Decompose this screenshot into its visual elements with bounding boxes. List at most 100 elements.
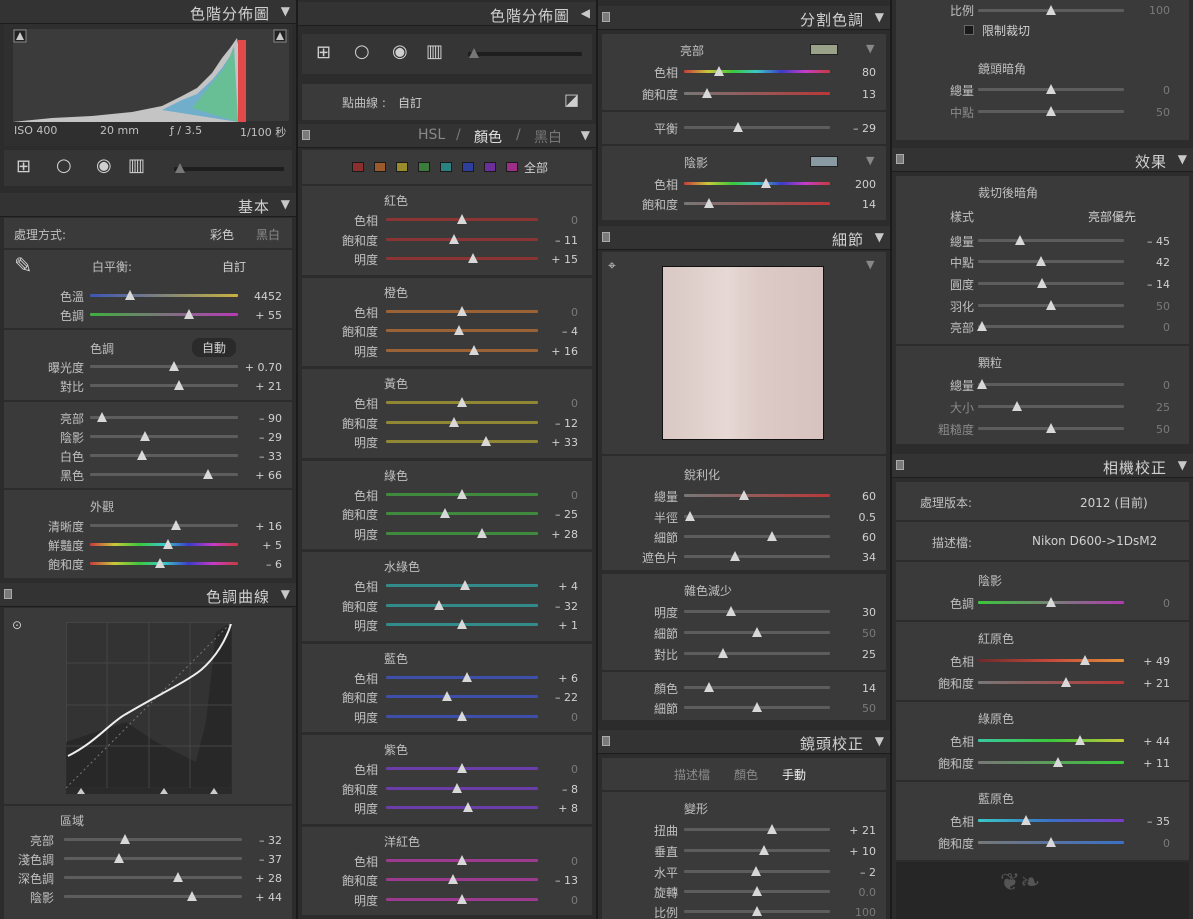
collapse-triangle-icon[interactable]: ▼: [875, 230, 884, 244]
hsl-slider[interactable]: [386, 397, 538, 407]
pv-mid-slider[interactable]: [978, 256, 1124, 266]
blue-swatch[interactable]: [462, 162, 474, 172]
collapse-triangle-icon[interactable]: ▼: [875, 734, 884, 748]
calib-tint-slider[interactable]: [978, 597, 1124, 607]
slider-thumb[interactable]: [752, 906, 762, 916]
lv-amount-slider[interactable]: [978, 84, 1124, 94]
slider-thumb[interactable]: [702, 88, 713, 98]
slider-thumb[interactable]: [481, 436, 492, 446]
highlights-slider[interactable]: [90, 412, 238, 422]
crop-overlay-icon[interactable]: ⊞: [16, 156, 31, 177]
slider-thumb[interactable]: [139, 431, 150, 441]
blacks-slider[interactable]: [90, 469, 238, 479]
slider-thumb[interactable]: [457, 763, 467, 773]
slider-thumb[interactable]: [1060, 677, 1071, 687]
chevron-down-icon[interactable]: ▼: [866, 258, 874, 271]
slider-thumb[interactable]: [447, 874, 458, 884]
scale-slider[interactable]: [684, 906, 830, 916]
shadows-color-swatch[interactable]: [810, 156, 838, 167]
slider-thumb[interactable]: [759, 845, 770, 855]
vertical-slider[interactable]: [684, 845, 830, 855]
slider-thumb[interactable]: [977, 379, 988, 389]
red-eye-icon[interactable]: ◉: [392, 41, 408, 62]
slider-thumb[interactable]: [457, 710, 467, 721]
clarity-slider[interactable]: [90, 520, 238, 530]
slider-thumb[interactable]: [169, 361, 180, 371]
hsl-slider[interactable]: [386, 344, 538, 355]
slider-thumb[interactable]: [452, 782, 463, 793]
amount-slider[interactable]: [684, 490, 830, 500]
hsl-header[interactable]: HSL / 顏色 / 黑白 ▼: [298, 124, 596, 148]
panel-toggle-icon[interactable]: [4, 589, 12, 599]
collapse-triangle-icon[interactable]: ▼: [281, 4, 290, 18]
red-swatch[interactable]: [352, 162, 364, 172]
tone-curve-header[interactable]: 色調曲線 ▼: [0, 583, 296, 607]
tc-lights-slider[interactable]: [64, 853, 242, 863]
slider-thumb[interactable]: [766, 531, 777, 541]
slider-thumb[interactable]: [187, 891, 198, 901]
lum-detail-slider[interactable]: [684, 627, 830, 637]
hsl-slider[interactable]: [386, 874, 538, 884]
process-dropdown[interactable]: 2012 (目前): [1080, 494, 1148, 511]
tint-slider[interactable]: [90, 309, 238, 319]
slider-thumb[interactable]: [1015, 235, 1026, 245]
slider-thumb[interactable]: [457, 854, 467, 865]
hsl-slider[interactable]: [386, 619, 538, 629]
panel-toggle-icon[interactable]: [896, 154, 904, 164]
all-colors-button[interactable]: 全部: [524, 159, 548, 176]
lens-profile-tab[interactable]: 描述檔: [674, 766, 710, 783]
slider-thumb[interactable]: [463, 802, 474, 812]
hsl-slider[interactable]: [386, 710, 538, 721]
hl-hue-slider[interactable]: [684, 66, 830, 76]
tone-curve-graph[interactable]: [66, 622, 232, 794]
style-dropdown[interactable]: 亮部優先: [1088, 208, 1136, 225]
chevron-down-icon[interactable]: ▼: [866, 42, 874, 55]
slider-thumb[interactable]: [173, 380, 184, 390]
bw-tab[interactable]: 黑白: [534, 127, 562, 147]
slider-thumb[interactable]: [457, 619, 467, 629]
hl-sat-slider[interactable]: [684, 88, 830, 98]
pv-highlights-slider[interactable]: [977, 321, 1124, 331]
split-toning-header[interactable]: 分割色調 ▼: [598, 6, 890, 30]
slider-thumb[interactable]: [457, 214, 467, 224]
slider-thumb[interactable]: [1012, 401, 1023, 411]
hsl-slider[interactable]: [386, 253, 538, 263]
auto-tone-button[interactable]: 自動: [192, 338, 237, 357]
horizontal-slider[interactable]: [684, 866, 830, 876]
lens-manual-tab[interactable]: 手動: [782, 766, 806, 783]
slider-thumb[interactable]: [1079, 655, 1090, 665]
pv-feather-slider[interactable]: [978, 300, 1124, 310]
shadows-slider[interactable]: [90, 431, 238, 441]
slider-thumb[interactable]: [703, 682, 714, 692]
orange-swatch[interactable]: [374, 162, 386, 172]
slider-thumb[interactable]: [1046, 84, 1056, 94]
slider-thumb[interactable]: [738, 490, 749, 500]
target-adjust-icon[interactable]: ⊙: [12, 618, 22, 632]
contrast-slider[interactable]: [90, 380, 238, 390]
slider-thumb[interactable]: [1046, 837, 1056, 847]
slider-thumb[interactable]: [714, 66, 725, 76]
slider-thumb[interactable]: [752, 702, 762, 712]
slider-thumb[interactable]: [766, 824, 777, 834]
slider-thumb[interactable]: [163, 539, 174, 549]
slider-thumb[interactable]: [750, 866, 761, 876]
basic-header[interactable]: 基本 ▼: [0, 193, 296, 217]
slider-thumb[interactable]: [752, 627, 762, 637]
luminance-slider[interactable]: [684, 606, 830, 616]
point-curve-dropdown[interactable]: 自訂: [398, 94, 422, 111]
slider-thumb[interactable]: [460, 580, 471, 590]
slider-thumb[interactable]: [718, 648, 729, 658]
hsl-slider[interactable]: [386, 488, 538, 499]
panel-toggle-icon[interactable]: [602, 12, 610, 22]
slider-thumb[interactable]: [203, 469, 214, 479]
hsl-slider[interactable]: [386, 416, 538, 427]
spot-removal-icon[interactable]: ○: [56, 155, 72, 176]
tc-highlights-slider[interactable]: [64, 834, 242, 844]
slider-thumb[interactable]: [1035, 256, 1046, 266]
eyedropper-icon[interactable]: ✎: [14, 254, 32, 279]
slider-thumb[interactable]: [469, 344, 480, 355]
pv-amount-slider[interactable]: [978, 235, 1124, 245]
whites-slider[interactable]: [90, 450, 238, 460]
rotate-slider[interactable]: [684, 886, 830, 896]
blue-hue-slider[interactable]: [978, 815, 1124, 825]
